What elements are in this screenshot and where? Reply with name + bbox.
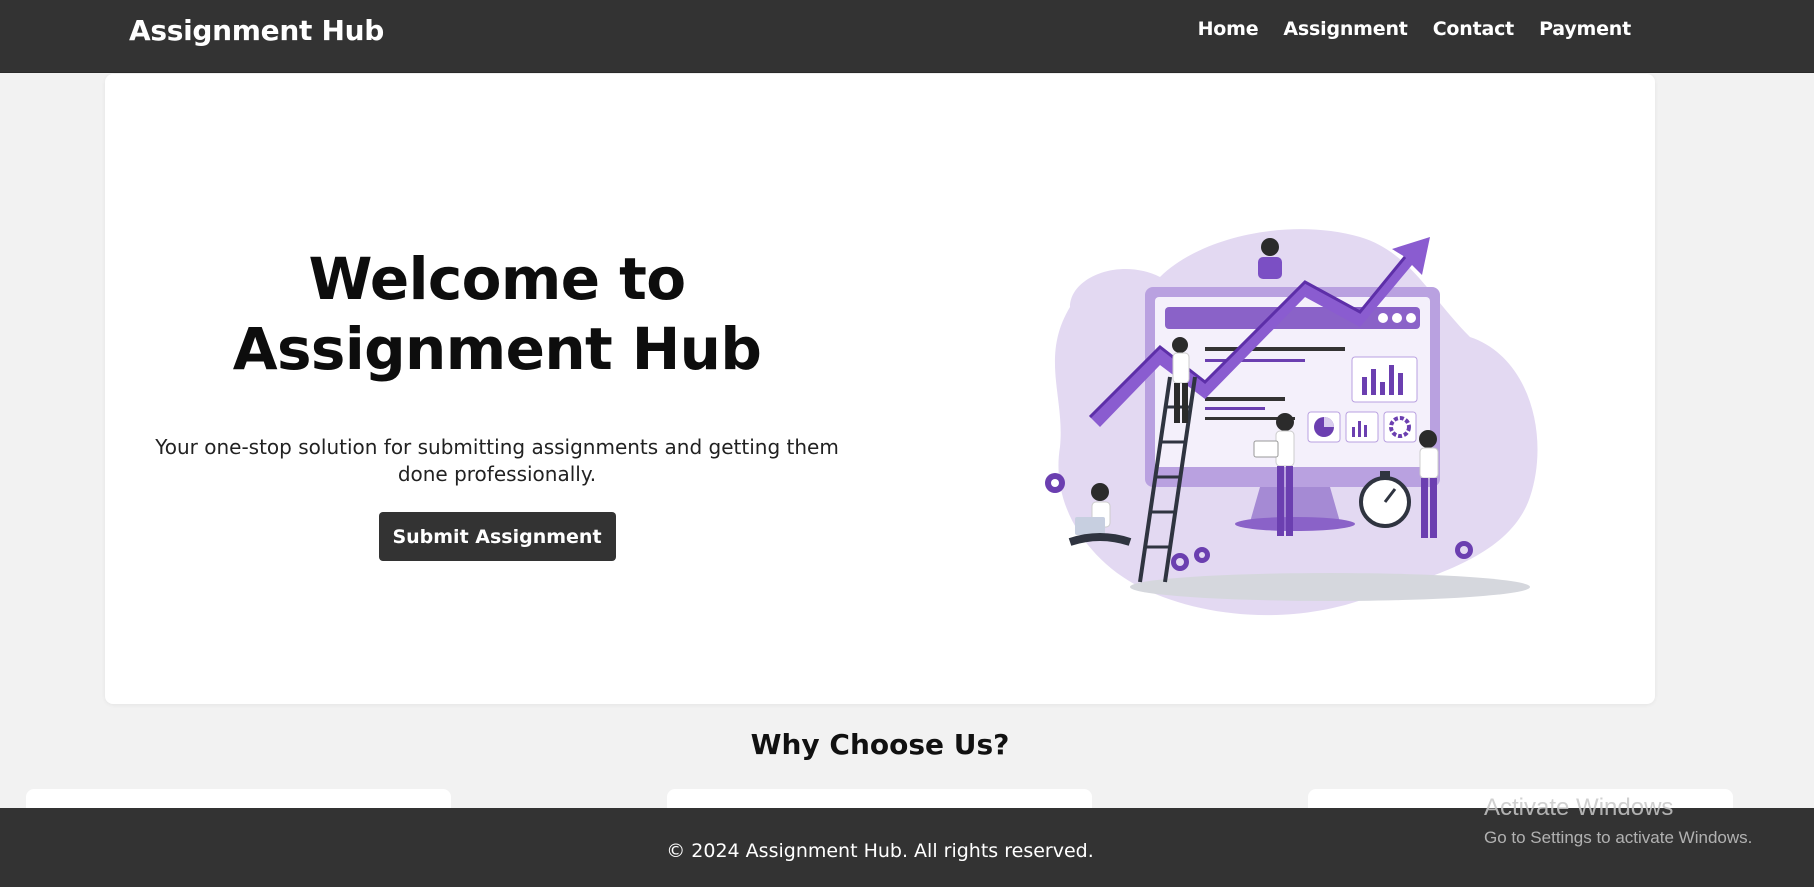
site-brand[interactable]: Assignment Hub	[129, 14, 384, 47]
nav-payment-link[interactable]: Payment	[1539, 18, 1631, 40]
why-choose-us-heading: Why Choose Us?	[750, 728, 1010, 761]
nav-links: Home Assignment Contact Payment	[1198, 18, 1632, 40]
watermark-subtitle: Go to Settings to activate Windows.	[1484, 828, 1753, 847]
nav-contact-link[interactable]: Contact	[1433, 18, 1515, 40]
submit-assignment-button[interactable]: Submit Assignment	[378, 512, 616, 561]
hero-subtitle: Your one-stop solution for submitting as…	[155, 435, 839, 486]
nav-assignment-link[interactable]: Assignment	[1283, 18, 1407, 40]
windows-activation-watermark: Activate Windows Go to Settings to activ…	[1484, 794, 1752, 848]
hero-section: Welcome to Assignment Hub Your one-stop …	[105, 74, 1655, 704]
hero-text-block: Welcome to Assignment Hub Your one-stop …	[140, 244, 854, 561]
growth-analytics-illustration	[1045, 229, 1538, 616]
hero-title: Welcome to Assignment Hub	[232, 245, 762, 383]
navbar: Assignment Hub Home Assignment Contact P…	[0, 0, 1814, 73]
watermark-title: Activate Windows	[1484, 794, 1674, 821]
nav-home-link[interactable]: Home	[1198, 18, 1259, 40]
